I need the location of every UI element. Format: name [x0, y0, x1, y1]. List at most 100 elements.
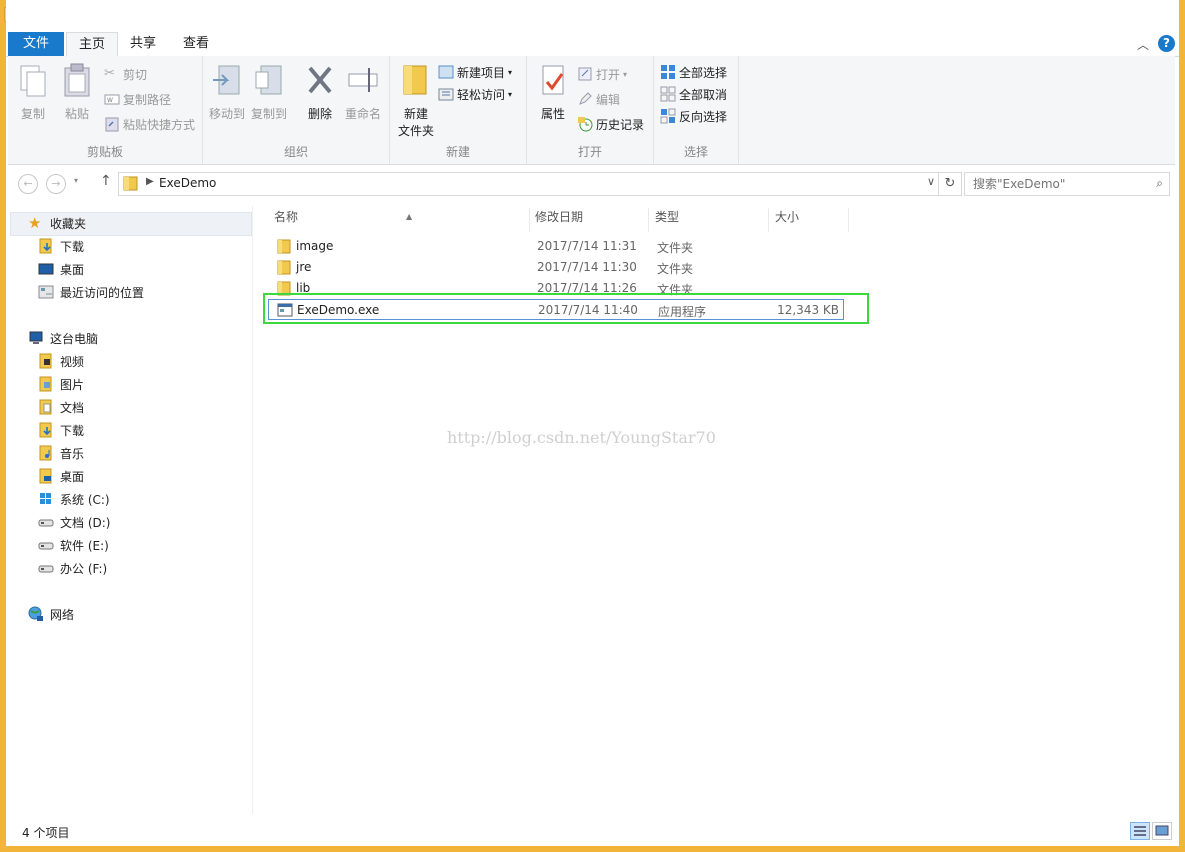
drive-icon	[38, 542, 54, 550]
address-dropdown-icon[interactable]: ∨	[927, 175, 935, 188]
select-all-icon	[661, 65, 675, 79]
nav-downloads[interactable]: 下载	[38, 419, 84, 441]
move-to-button[interactable]: 移动到	[207, 62, 247, 122]
back-button[interactable]: ←	[18, 174, 38, 194]
documents-folder-icon	[39, 399, 52, 415]
paste-button[interactable]: 粘贴	[60, 62, 94, 122]
properties-button[interactable]: 属性	[535, 62, 571, 122]
select-all-button[interactable]: 全部选择	[660, 62, 727, 82]
group-label-clipboard: 剪贴板	[86, 145, 123, 159]
cut-button[interactable]: ✂ 剪切	[104, 64, 147, 84]
column-header-size[interactable]: 大小	[769, 208, 849, 232]
delete-x-icon	[308, 66, 332, 94]
desktop-icon	[38, 263, 54, 275]
address-bar[interactable]: ▶ ExeDemo ∨ ↻	[118, 172, 962, 196]
tab-view[interactable]: 查看	[172, 32, 220, 56]
open-button[interactable]: 打开 ▾	[577, 64, 627, 84]
ribbon: 复制 粘贴 ✂ 剪切 W 复制路径 粘贴快捷方式 剪贴板 移动到 复制到 删除 …	[8, 56, 1175, 165]
search-input[interactable]	[971, 175, 1145, 193]
up-button[interactable]: ↑	[100, 173, 112, 189]
details-view-button[interactable]	[1130, 822, 1150, 840]
properties-icon	[542, 65, 564, 95]
easy-access-button[interactable]: 轻松访问 ▾	[438, 84, 512, 104]
computer-icon	[29, 331, 43, 344]
nav-pictures[interactable]: 图片	[38, 373, 84, 395]
large-icons-view-button[interactable]	[1152, 822, 1172, 840]
select-none-icon	[660, 86, 676, 102]
nav-favorites[interactable]: ★ 收藏夹	[28, 212, 86, 234]
group-open: 属性 打开 ▾ 编辑 历史记录 打开	[527, 56, 654, 164]
music-folder-icon	[39, 445, 52, 461]
nav-drive-d[interactable]: 文档 (D:)	[38, 511, 110, 533]
collapse-ribbon-icon[interactable]: ︿	[1137, 36, 1149, 53]
windows-drive-icon	[40, 493, 51, 504]
copy-path-button[interactable]: W 复制路径	[104, 89, 171, 109]
column-header-name[interactable]: ▲ 名称	[268, 208, 530, 232]
navigation-pane: ★ 收藏夹 下载 桌面 最近访问的位置 这台电脑 视频 图片 文档 下载 音乐 …	[8, 206, 253, 814]
edit-pencil-icon	[579, 92, 592, 105]
copy-icon	[20, 65, 46, 97]
recent-places-icon	[38, 285, 54, 299]
nav-network[interactable]: 网络	[28, 603, 74, 625]
nav-drive-e[interactable]: 软件 (E:)	[38, 534, 109, 556]
pictures-folder-icon	[39, 376, 52, 392]
nav-videos[interactable]: 视频	[38, 350, 84, 372]
paste-shortcut-button[interactable]: 粘贴快捷方式	[104, 114, 195, 134]
sort-ascending-icon: ▲	[406, 212, 413, 221]
file-type: 文件夹	[657, 241, 694, 255]
file-type: 文件夹	[657, 262, 694, 276]
tab-share[interactable]: 共享	[120, 32, 166, 56]
move-to-icon	[213, 65, 240, 95]
column-header-date[interactable]: 修改日期	[529, 208, 649, 232]
column-header-type[interactable]: 类型	[649, 208, 769, 232]
select-none-button[interactable]: 全部取消	[660, 84, 727, 104]
item-count: 4 个项目	[22, 826, 70, 840]
nav-desktop[interactable]: 桌面	[38, 465, 84, 487]
file-name: jre	[296, 260, 312, 274]
rename-button[interactable]: 重命名	[343, 62, 383, 122]
group-new: 新建 文件夹 新建项目 ▾ 轻松访问 ▾ 新建	[390, 56, 527, 164]
downloads-folder-icon	[39, 422, 52, 438]
breadcrumb-exedemo[interactable]: ExeDemo	[159, 176, 216, 190]
rename-icon	[348, 68, 378, 92]
file-row[interactable]: jre 2017/7/14 11:30 文件夹	[268, 257, 844, 278]
videos-folder-icon	[39, 353, 52, 369]
paste-icon	[64, 63, 90, 97]
file-row[interactable]: image 2017/7/14 11:31 文件夹	[268, 236, 844, 257]
new-folder-button[interactable]: 新建 文件夹	[394, 62, 438, 139]
scissors-icon: ✂	[104, 66, 115, 81]
history-button[interactable]: 历史记录	[577, 114, 644, 134]
explorer-window: 文件 主页 共享 查看 ︿ ? 复制 粘贴 ✂ 剪切 W 复制路径 粘贴快捷方式…	[6, 0, 1179, 846]
breadcrumb-separator-icon[interactable]: ▶	[146, 176, 154, 187]
search-icon[interactable]: ⌕	[1156, 176, 1163, 191]
folder-icon	[123, 176, 138, 191]
copy-to-button[interactable]: 复制到	[249, 62, 289, 122]
nav-drive-f[interactable]: 办公 (F:)	[38, 557, 107, 579]
nav-fav-recent[interactable]: 最近访问的位置	[38, 281, 144, 303]
file-date: 2017/7/14 11:31	[537, 239, 637, 253]
nav-this-pc[interactable]: 这台电脑	[28, 327, 98, 349]
copy-button[interactable]: 复制	[16, 62, 50, 122]
file-name: image	[296, 239, 334, 253]
new-item-icon	[438, 65, 454, 79]
delete-button[interactable]: 删除	[303, 62, 337, 122]
nav-fav-downloads[interactable]: 下载	[38, 235, 84, 257]
search-box[interactable]: ⌕	[964, 172, 1170, 196]
edit-button[interactable]: 编辑	[577, 89, 620, 109]
history-icon	[578, 117, 593, 132]
nav-fav-desktop[interactable]: 桌面	[38, 258, 84, 280]
forward-button[interactable]: →	[46, 174, 66, 194]
new-item-button[interactable]: 新建项目 ▾	[438, 62, 512, 82]
nav-drive-c[interactable]: 系统 (C:)	[38, 488, 110, 510]
tab-file[interactable]: 文件	[8, 32, 64, 56]
nav-music[interactable]: 音乐	[38, 442, 84, 464]
recent-locations-icon[interactable]: ▾	[74, 176, 78, 185]
invert-selection-icon	[660, 108, 676, 124]
desktop-folder-icon	[39, 468, 52, 484]
invert-selection-button[interactable]: 反向选择	[660, 106, 727, 126]
copy-path-icon: W	[104, 94, 120, 105]
help-icon[interactable]: ?	[1158, 35, 1175, 52]
refresh-icon[interactable]: ↻	[938, 173, 961, 195]
tab-home[interactable]: 主页	[66, 32, 118, 58]
nav-documents[interactable]: 文档	[38, 396, 84, 418]
